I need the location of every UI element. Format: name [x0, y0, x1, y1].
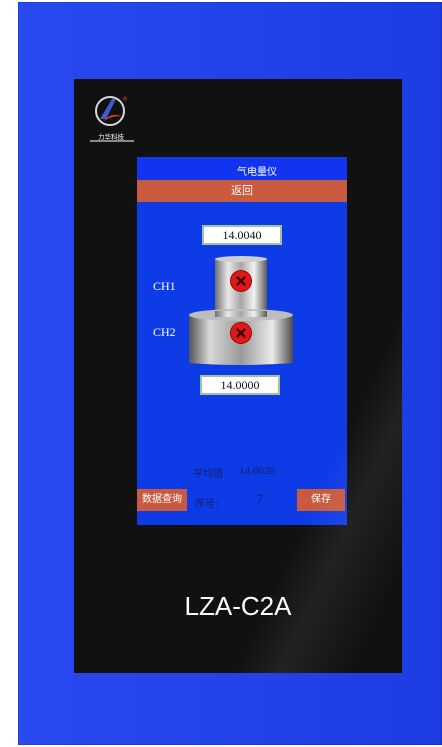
svg-text:®: ®: [122, 96, 128, 103]
screen-title: 气电量仪: [237, 167, 277, 178]
ch1-error-x-icon: [231, 271, 251, 291]
sequence-label: 序号:: [195, 499, 219, 510]
brand-logo-underline: [90, 140, 134, 142]
ch2-label: CH2: [153, 325, 176, 339]
data-query-button[interactable]: 数据查询: [137, 489, 187, 511]
sequence-value: 7: [257, 491, 264, 506]
average-label: 平均值: [193, 469, 223, 480]
ch2-value: 14.0000: [200, 375, 280, 395]
ch1-label: CH1: [153, 279, 176, 293]
lcd-screen: 气电量仪 返回 14.0040 CH1 CH2 14.0000 平均值 14.0…: [137, 157, 347, 525]
average-row: 平均值 14.0020: [137, 465, 347, 481]
title-bar: 气电量仪: [137, 159, 347, 179]
average-value: 14.0020: [239, 465, 275, 477]
model-name: LZA-C2A: [184, 591, 292, 621]
ch2-error-x-icon: [231, 323, 251, 343]
back-button[interactable]: 返回: [137, 180, 347, 202]
ch1-value: 14.0040: [202, 225, 282, 245]
save-button[interactable]: 保存: [297, 489, 345, 511]
device-bezel: ® 力华科技 气电量仪 返回 14.0040 CH1 CH2 14.0000 平…: [74, 79, 402, 673]
